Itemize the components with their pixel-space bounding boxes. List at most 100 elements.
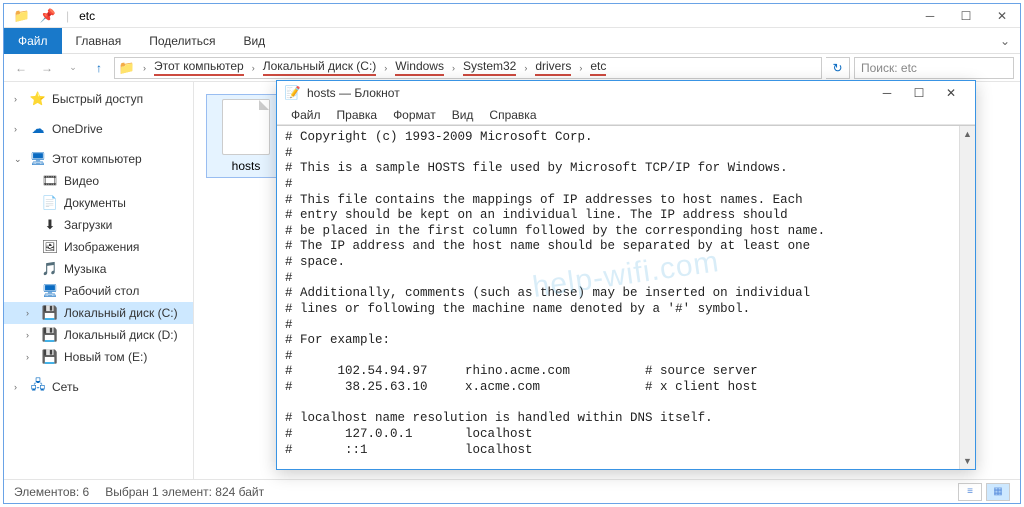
back-button[interactable]: ← xyxy=(10,57,32,79)
status-bar: Элементов: 6 Выбран 1 элемент: 824 байт … xyxy=(4,479,1020,503)
maximize-button[interactable]: ☐ xyxy=(948,4,984,28)
crumb-drivers[interactable]: drivers xyxy=(535,59,571,73)
sidebar-item-label: Рабочий стол xyxy=(64,284,139,298)
chevron-right-icon[interactable]: › xyxy=(378,63,393,73)
refresh-button[interactable]: ↻ xyxy=(826,57,850,79)
notepad-titlebar: 📝 hosts — Блокнот ─ ☐ ✕ xyxy=(277,81,975,105)
sidebar-quick-access[interactable]: ›⭐Быстрый доступ xyxy=(4,88,193,110)
sidebar-item-desktop[interactable]: 🖥 Рабочий стол xyxy=(4,280,193,302)
crumb-etc[interactable]: etc xyxy=(590,59,606,73)
chevron-right-icon[interactable]: › xyxy=(26,308,36,318)
crumb-windows[interactable]: Windows xyxy=(395,59,444,73)
crumb-this-pc[interactable]: Этот компьютер xyxy=(154,59,244,73)
sidebar-item-documents[interactable]: 📄 Документы xyxy=(4,192,193,214)
sidebar-item-label: Видео xyxy=(64,174,99,188)
sidebar-item-label: Этот компьютер xyxy=(52,152,142,166)
crumb-system32[interactable]: System32 xyxy=(463,59,516,73)
sidebar-item-downloads[interactable]: ⬇ Загрузки xyxy=(4,214,193,236)
address-bar: ← → ⌄ ↑ 📁 › Этот компьютер › Локальный д… xyxy=(4,54,1020,82)
minimize-button[interactable]: ─ xyxy=(871,81,903,105)
ribbon-share-tab[interactable]: Поделиться xyxy=(135,28,229,54)
notepad-menu-bar: Файл Правка Формат Вид Справка xyxy=(277,105,975,125)
menu-help[interactable]: Справка xyxy=(481,108,544,122)
icons-view-button[interactable]: ▦ xyxy=(986,483,1010,501)
desktop-icon: 🖥 xyxy=(42,283,58,299)
drive-icon: 💾 xyxy=(42,349,58,365)
sidebar-item-label: Сеть xyxy=(52,380,79,394)
chevron-right-icon[interactable]: › xyxy=(573,63,588,73)
sidebar-item-disk-d[interactable]: ›💾Локальный диск (D:) xyxy=(4,324,193,346)
menu-file[interactable]: Файл xyxy=(283,108,329,122)
ribbon-file-tab[interactable]: Файл xyxy=(4,28,62,54)
monitor-icon: 🖥 xyxy=(30,151,46,167)
sidebar-item-label: Локальный диск (C:) xyxy=(64,306,178,320)
ribbon: Файл Главная Поделиться Вид ⌄ xyxy=(4,28,1020,54)
scrollbar-vertical[interactable]: ▲ ▼ xyxy=(959,126,975,469)
chevron-right-icon[interactable]: › xyxy=(14,94,24,104)
close-button[interactable]: ✕ xyxy=(984,4,1020,28)
folder-icon: 📁 xyxy=(119,60,135,76)
close-button[interactable]: ✕ xyxy=(935,81,967,105)
titlebar-sep: | xyxy=(66,9,69,23)
cloud-icon: ☁ xyxy=(30,121,46,137)
ribbon-home-tab[interactable]: Главная xyxy=(62,28,136,54)
sidebar-this-pc[interactable]: ⌄ 🖥 Этот компьютер xyxy=(4,148,193,170)
pictures-icon: 🖼 xyxy=(42,239,58,255)
menu-format[interactable]: Формат xyxy=(385,108,444,122)
forward-button[interactable]: → xyxy=(36,57,58,79)
sidebar-item-music[interactable]: 🎵Музыка xyxy=(4,258,193,280)
chevron-right-icon[interactable]: › xyxy=(14,124,24,134)
maximize-button[interactable]: ☐ xyxy=(903,81,935,105)
window-title: etc xyxy=(79,9,95,23)
chevron-right-icon[interactable]: › xyxy=(26,330,36,340)
chevron-right-icon[interactable]: › xyxy=(446,63,461,73)
sidebar-item-label: Загрузки xyxy=(64,218,112,232)
menu-view[interactable]: Вид xyxy=(444,108,482,122)
up-button[interactable]: ↑ xyxy=(88,57,110,79)
chevron-down-icon[interactable]: ⌄ xyxy=(14,154,24,165)
chevron-right-icon[interactable]: › xyxy=(246,63,261,73)
pin-icon[interactable]: 📌 xyxy=(40,8,56,24)
downloads-icon: ⬇ xyxy=(42,217,58,233)
document-icon: 📄 xyxy=(42,195,58,211)
sidebar-onedrive[interactable]: › ☁ OneDrive xyxy=(4,118,193,140)
sidebar-item-disk-e[interactable]: ›💾Новый том (E:) xyxy=(4,346,193,368)
scroll-track[interactable] xyxy=(960,142,975,453)
ribbon-expand-button[interactable]: ⌄ xyxy=(990,34,1020,48)
ribbon-view-tab[interactable]: Вид xyxy=(229,28,279,54)
breadcrumb[interactable]: 📁 › Этот компьютер › Локальный диск (C:)… xyxy=(114,57,822,79)
notepad-text-area[interactable]: # Copyright (c) 1993-2009 Microsoft Corp… xyxy=(277,126,959,469)
sidebar-item-pictures[interactable]: 🖼 Изображения xyxy=(4,236,193,258)
sidebar-item-label: Музыка xyxy=(64,262,106,276)
network-icon: 🖧 xyxy=(30,379,46,395)
recent-button[interactable]: ⌄ xyxy=(62,57,84,79)
notepad-icon: 📝 xyxy=(285,85,301,101)
chevron-right-icon[interactable]: › xyxy=(518,63,533,73)
star-icon: ⭐ xyxy=(30,91,46,107)
view-switcher: ≡ ▦ xyxy=(958,483,1010,501)
sidebar-item-label: OneDrive xyxy=(52,122,103,136)
file-item-hosts[interactable]: hosts xyxy=(206,94,286,178)
scroll-up-button[interactable]: ▲ xyxy=(960,126,975,142)
search-input[interactable]: Поиск: etc xyxy=(854,57,1014,79)
minimize-button[interactable]: ─ xyxy=(912,4,948,28)
sidebar-item-disk-c[interactable]: ›💾Локальный диск (C:) xyxy=(4,302,193,324)
file-icon xyxy=(222,99,270,155)
search-placeholder: Поиск: etc xyxy=(861,61,917,75)
chevron-right-icon[interactable]: › xyxy=(26,352,36,362)
chevron-right-icon[interactable]: › xyxy=(14,382,24,392)
sidebar-network[interactable]: › 🖧 Сеть xyxy=(4,376,193,398)
chevron-right-icon[interactable]: › xyxy=(137,63,152,73)
notepad-window: 📝 hosts — Блокнот ─ ☐ ✕ Файл Правка Форм… xyxy=(276,80,976,470)
scroll-down-button[interactable]: ▼ xyxy=(960,453,975,469)
crumb-disk-c[interactable]: Локальный диск (C:) xyxy=(263,59,377,73)
sidebar-item-label: Изображения xyxy=(64,240,139,254)
sidebar-item-label: Документы xyxy=(64,196,126,210)
drive-icon: 💾 xyxy=(42,327,58,343)
details-view-button[interactable]: ≡ xyxy=(958,483,982,501)
qa-toolbar: 📁 📌 | etc xyxy=(4,8,105,24)
menu-edit[interactable]: Правка xyxy=(329,108,386,122)
explorer-titlebar: 📁 📌 | etc ─ ☐ ✕ xyxy=(4,4,1020,28)
sidebar-item-video[interactable]: 🎞Видео xyxy=(4,170,193,192)
status-item-count: Элементов: 6 xyxy=(14,485,89,499)
